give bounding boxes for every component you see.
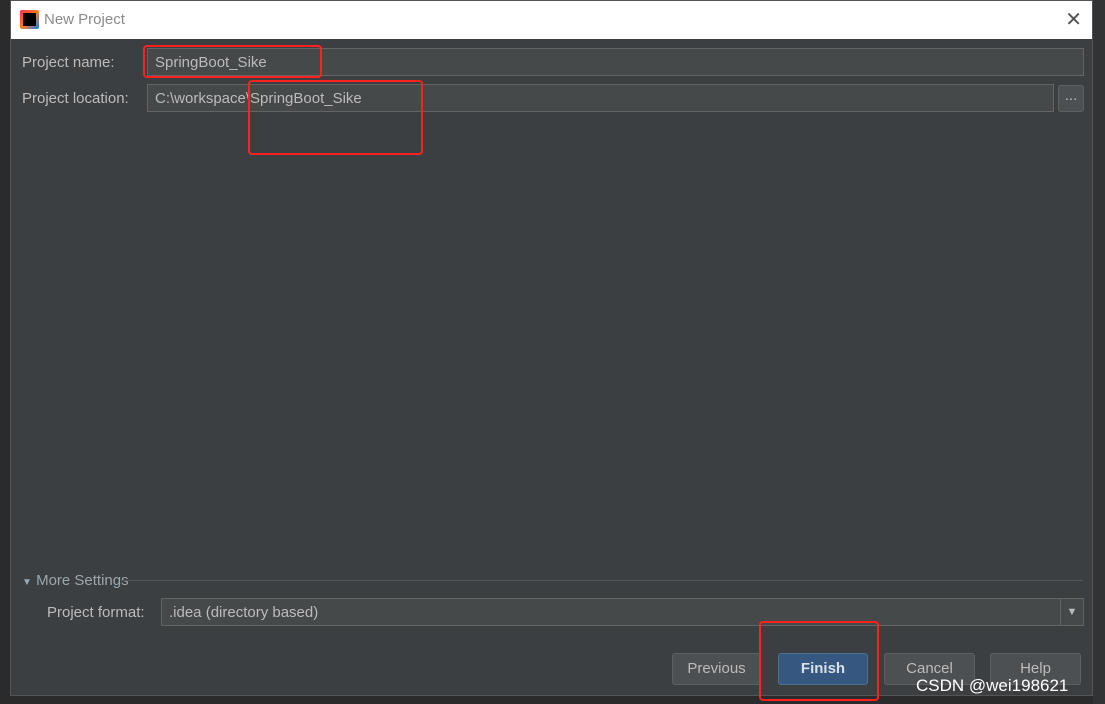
dialog-title: New Project [44, 11, 125, 28]
project-name-label: Project name: [22, 54, 115, 71]
previous-button[interactable]: Previous [672, 653, 761, 685]
finish-button[interactable]: Finish [778, 653, 868, 685]
more-settings-label: More Settings [36, 572, 129, 589]
project-format-value: .idea (directory based) [169, 604, 319, 621]
project-name-input[interactable]: SpringBoot_Sike [147, 48, 1084, 76]
close-icon[interactable]: ✕ [1065, 7, 1082, 32]
new-project-dialog: New Project ✕ Project name: SpringBoot_S… [10, 0, 1093, 696]
title-bar: New Project ✕ [11, 1, 1092, 39]
project-format-select[interactable]: .idea (directory based) [161, 598, 1084, 626]
project-location-input[interactable]: C:\workspace\SpringBoot_Sike [147, 84, 1054, 112]
watermark: CSDN @wei198621 [916, 676, 1069, 695]
divider [121, 580, 1083, 581]
dropdown-arrow-icon[interactable]: ▼ [1060, 598, 1083, 626]
more-settings-toggle[interactable]: ▼ More Settings [22, 572, 129, 589]
project-format-label: Project format: [47, 604, 145, 621]
triangle-down-icon: ▼ [22, 577, 32, 588]
background-ide [1093, 0, 1105, 704]
intellij-logo-icon [20, 10, 39, 29]
browse-button[interactable]: ... [1058, 85, 1084, 112]
project-location-label: Project location: [22, 90, 129, 107]
